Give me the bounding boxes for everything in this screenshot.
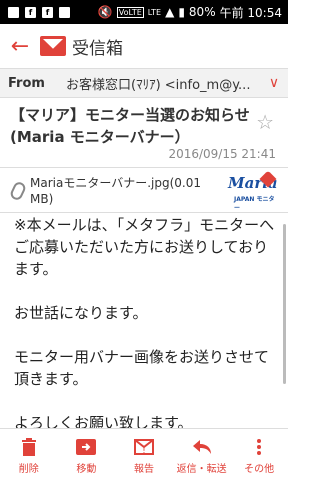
body-paragraph: ※本メールは、「メタフラ」モニターへご応募いただいた方にお送りしております。	[14, 216, 275, 278]
signal-icon: ▲	[165, 5, 175, 19]
chevron-down-icon[interactable]: ∨	[260, 75, 288, 91]
trash-icon	[18, 436, 40, 458]
back-arrow-icon[interactable]: ←	[0, 34, 40, 59]
report-mail-icon: !	[133, 436, 155, 458]
attachment-row[interactable]: Mariaモニターバナー.jpg(0.01 MB) Maria JAPAN モニ…	[0, 167, 288, 213]
status-bar: f f 🔇 VoLTE LTE ▲ ▮ 80% 午前 10:54	[0, 0, 288, 24]
attachment-name[interactable]: Mariaモニターバナー.jpg(0.01 MB)	[30, 175, 210, 207]
report-button[interactable]: ! 報告	[115, 429, 173, 481]
facebook-icon: f	[42, 6, 53, 18]
from-label: From	[8, 75, 45, 91]
reply-forward-button[interactable]: 返信・転送	[173, 429, 231, 481]
scrollbar[interactable]	[283, 224, 286, 384]
mute-icon: 🔇	[97, 5, 113, 19]
bottom-action-bar: 削除 移動 ! 報告 返信・転送 その他	[0, 428, 288, 481]
body-paragraph: お世話になります。	[14, 304, 148, 322]
lte-indicator: LTE	[147, 7, 162, 17]
mail-app-icon	[40, 36, 66, 56]
mail-date: 2016/09/15 21:41	[168, 147, 276, 161]
from-row[interactable]: From お客様窓口(ﾏﾘｱ) <info_m@y... ∨	[0, 68, 288, 98]
reply-icon	[191, 436, 213, 458]
mail-subject: 【マリア】モニター当選のお知らせ(Maria モニターバナー）	[10, 106, 250, 146]
svg-text:!: !	[142, 446, 145, 455]
battery-percent: 80%	[188, 5, 216, 19]
attachment-thumbnail[interactable]: Maria JAPAN モニター	[226, 170, 278, 212]
more-button[interactable]: その他	[230, 429, 288, 481]
image-icon	[59, 6, 70, 18]
star-icon[interactable]: ☆	[256, 110, 274, 134]
battery-icon: ▮	[178, 5, 185, 19]
move-folder-icon	[75, 436, 97, 458]
sim-card-icon	[8, 6, 19, 18]
delete-label: 削除	[18, 463, 39, 475]
paperclip-icon	[8, 180, 28, 202]
delete-button[interactable]: 削除	[0, 429, 58, 481]
more-vertical-icon	[248, 436, 270, 458]
report-label: 報告	[133, 463, 154, 475]
app-bar: ← 受信箱	[0, 24, 288, 68]
volte-indicator: VoLTE	[116, 6, 144, 18]
move-button[interactable]: 移動	[58, 429, 116, 481]
body-paragraph: モニター用バナー画像をお送りさせて頂きます。	[14, 348, 270, 388]
folder-title: 受信箱	[72, 38, 123, 59]
facebook-icon: f	[25, 6, 36, 18]
mail-body: ※本メールは、「メタフラ」モニターへご応募いただいた方にお送りしております。 お…	[14, 214, 278, 456]
sender-address: お客様窓口(ﾏﾘｱ) <info_m@y...	[66, 77, 251, 93]
move-label: 移動	[76, 463, 97, 475]
reply-forward-label: 返信・転送	[176, 463, 227, 475]
logo-subtext: JAPAN モニター	[234, 196, 275, 212]
more-label: その他	[244, 463, 275, 475]
clock: 午前 10:54	[219, 5, 282, 20]
